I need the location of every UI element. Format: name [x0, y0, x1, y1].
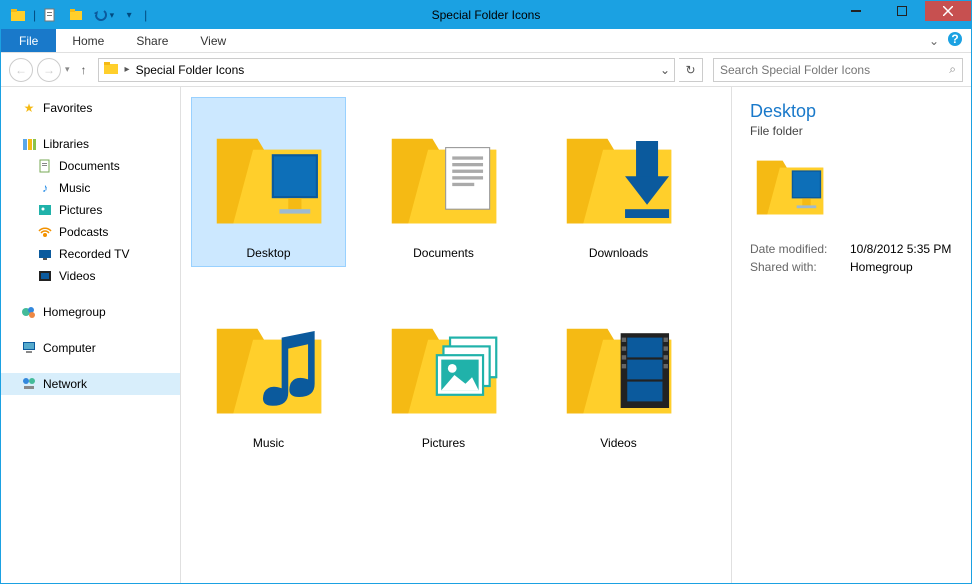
- nav-forward-button[interactable]: →: [37, 58, 61, 82]
- refresh-button[interactable]: ↻: [679, 58, 703, 82]
- search-input[interactable]: [720, 63, 949, 77]
- folder-icon: [374, 294, 514, 434]
- help-icon[interactable]: ?: [947, 31, 963, 50]
- sidebar-homegroup[interactable]: Homegroup: [1, 301, 180, 323]
- tab-home[interactable]: Home: [56, 29, 120, 52]
- videos-icon: [37, 268, 53, 284]
- sidebar-favorites[interactable]: ★ Favorites: [1, 97, 180, 119]
- navbar: ← → ▾ ↑ ▸ Special Folder Icons ⌄ ↻ ⌕: [1, 53, 971, 87]
- folder-icon: [549, 104, 689, 244]
- qat-properties-icon[interactable]: [40, 4, 62, 26]
- address-folder-icon: [103, 60, 119, 79]
- tab-share[interactable]: Share: [120, 29, 184, 52]
- svg-text:?: ?: [951, 32, 958, 46]
- qat-customize-icon[interactable]: ▾: [118, 4, 140, 26]
- search-box[interactable]: ⌕: [713, 58, 963, 82]
- folder-item-desktop[interactable]: Desktop: [191, 97, 346, 267]
- sidebar-item-pictures[interactable]: Pictures: [1, 199, 180, 221]
- details-row-modified: Date modified: 10/8/2012 5:35 PM: [750, 242, 953, 256]
- sidebar-network[interactable]: Network: [1, 373, 180, 395]
- libraries-icon: [21, 136, 37, 152]
- qat-undo-icon[interactable]: ▾: [92, 4, 114, 26]
- folder-item-downloads[interactable]: Downloads: [541, 97, 696, 267]
- sidebar-item-recordedtv[interactable]: Recorded TV: [1, 243, 180, 265]
- address-bar[interactable]: ▸ Special Folder Icons ⌄: [98, 58, 675, 82]
- details-type: File folder: [750, 124, 953, 138]
- explorer-window: | ▾ ▾ | Special Folder Icons File Home S…: [1, 1, 971, 583]
- folder-icon: [549, 294, 689, 434]
- folder-item-documents[interactable]: Documents: [366, 97, 521, 267]
- close-button[interactable]: [925, 1, 971, 21]
- folder-item-music[interactable]: Music: [191, 287, 346, 457]
- minimize-button[interactable]: [833, 1, 879, 21]
- content-pane: Desktop Documents Downloads Music Pictur…: [181, 87, 731, 583]
- pictures-icon: [37, 202, 53, 218]
- nav-back-button[interactable]: ←: [9, 58, 33, 82]
- network-icon: [21, 376, 37, 392]
- computer-icon: [21, 340, 37, 356]
- sidebar-item-podcasts[interactable]: Podcasts: [1, 221, 180, 243]
- sidebar-computer[interactable]: Computer: [1, 337, 180, 359]
- maximize-button[interactable]: [879, 1, 925, 21]
- ribbon: File Home Share View ⌄ ?: [1, 29, 971, 53]
- homegroup-icon: [21, 304, 37, 320]
- tab-view[interactable]: View: [184, 29, 242, 52]
- details-preview-icon: [750, 148, 840, 228]
- nav-up-button[interactable]: ↑: [74, 60, 94, 80]
- details-row-shared: Shared with: Homegroup: [750, 260, 953, 274]
- breadcrumb-segment[interactable]: Special Folder Icons: [136, 63, 654, 77]
- sidebar: ★ Favorites Libraries Documents ♪Music P…: [1, 87, 181, 583]
- sidebar-libraries[interactable]: Libraries: [1, 133, 180, 155]
- folder-icon: [374, 104, 514, 244]
- breadcrumb-sep-icon[interactable]: ▸: [125, 64, 130, 75]
- folder-item-pictures[interactable]: Pictures: [366, 287, 521, 457]
- sidebar-item-videos[interactable]: Videos: [1, 265, 180, 287]
- nav-recent-icon[interactable]: ▾: [65, 64, 70, 75]
- folder-app-icon: [7, 4, 29, 26]
- sidebar-item-music[interactable]: ♪Music: [1, 177, 180, 199]
- podcasts-icon: [37, 224, 53, 240]
- file-tab[interactable]: File: [1, 29, 56, 52]
- music-icon: ♪: [37, 180, 53, 196]
- folder-icon: [199, 104, 339, 244]
- ribbon-expand-icon[interactable]: ⌄: [929, 34, 939, 48]
- search-icon[interactable]: ⌕: [949, 62, 956, 77]
- folder-item-videos[interactable]: Videos: [541, 287, 696, 457]
- details-pane: Desktop File folder Date modified: 10/8/…: [731, 87, 971, 583]
- titlebar: | ▾ ▾ | Special Folder Icons: [1, 1, 971, 29]
- star-icon: ★: [21, 100, 37, 116]
- folder-icon: [199, 294, 339, 434]
- sidebar-item-documents[interactable]: Documents: [1, 155, 180, 177]
- address-dropdown-icon[interactable]: ⌄: [660, 63, 670, 77]
- qat-newfolder-icon[interactable]: [66, 4, 88, 26]
- tv-icon: [37, 246, 53, 262]
- details-title: Desktop: [750, 101, 953, 122]
- doc-icon: [37, 158, 53, 174]
